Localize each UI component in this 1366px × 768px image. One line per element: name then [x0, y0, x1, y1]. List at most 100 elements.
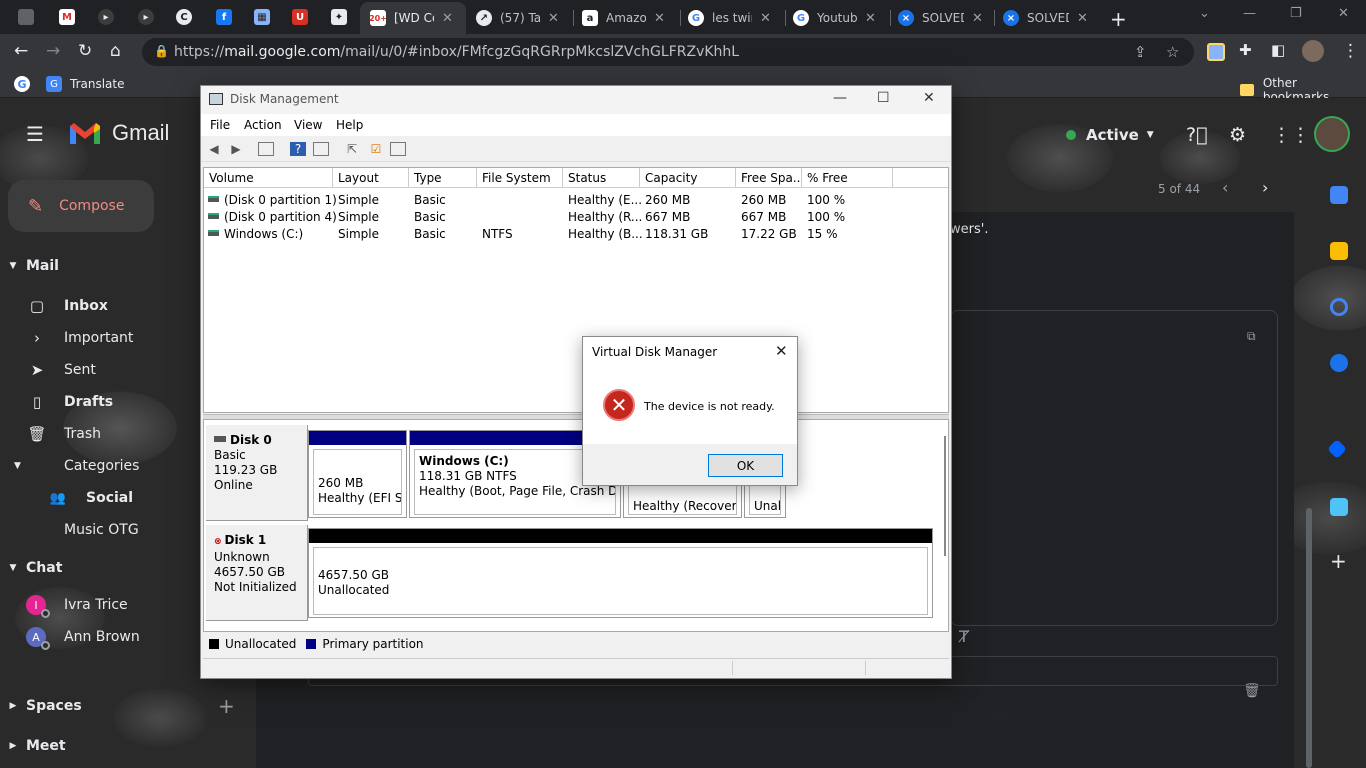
- close-icon[interactable]: ✕: [760, 11, 771, 26]
- minimize-icon[interactable]: —: [1243, 6, 1256, 21]
- help-icon[interactable]: ?: [290, 142, 306, 156]
- volume-cell[interactable]: 667 MB: [741, 210, 786, 224]
- volume-cell[interactable]: 100 %: [807, 193, 845, 207]
- disk-1-label[interactable]: ⊗ Disk 1 Unknown 4657.50 GB Not Initializ…: [206, 525, 308, 621]
- volume-cell[interactable]: 667 MB: [645, 210, 690, 224]
- partition-efi[interactable]: 260 MB Healthy (EFI Syst: [308, 430, 407, 518]
- volume-cell[interactable]: Healthy (E...: [568, 193, 642, 207]
- checklist-icon[interactable]: ☑: [368, 142, 384, 156]
- add-space-icon[interactable]: +: [218, 694, 235, 718]
- status-selector[interactable]: Active ▼: [1066, 126, 1154, 144]
- close-icon[interactable]: ✕: [548, 11, 559, 26]
- keep-icon[interactable]: [1330, 242, 1348, 260]
- older-chevron-icon[interactable]: ›: [1262, 178, 1268, 197]
- compose-button[interactable]: ✎ Compose: [8, 180, 154, 232]
- address-bar[interactable]: 🔒 https://mail.google.com/mail/u/0/#inbo…: [142, 38, 1194, 66]
- volume-cell[interactable]: Healthy (R...: [568, 210, 642, 224]
- tab-search-icon[interactable]: ⌄: [1199, 6, 1210, 21]
- column-volume[interactable]: Volume: [204, 168, 333, 188]
- spaces-section-header[interactable]: ▶ Spaces +: [0, 694, 250, 718]
- list-view-icon[interactable]: [390, 142, 406, 156]
- volume-cell[interactable]: Healthy (B...: [568, 227, 643, 241]
- ok-button[interactable]: OK: [708, 454, 783, 477]
- close-icon[interactable]: ✕: [865, 11, 876, 26]
- more-menu-icon[interactable]: ⋮: [1342, 41, 1359, 61]
- google-bookmark[interactable]: G: [14, 76, 30, 92]
- volume-cell[interactable]: Windows (C:): [208, 227, 303, 241]
- menu-action[interactable]: Action: [244, 118, 282, 132]
- menu-view[interactable]: View: [294, 118, 322, 132]
- column-type[interactable]: Type: [409, 168, 477, 188]
- chat-section-header[interactable]: ▼ Chat: [0, 560, 63, 576]
- pinned-u-icon[interactable]: U: [292, 9, 308, 25]
- new-tab-button[interactable]: +: [1110, 7, 1127, 31]
- pinned-play-icon[interactable]: ▸: [98, 9, 114, 25]
- close-icon[interactable]: ✕: [972, 11, 983, 26]
- newer-chevron-icon[interactable]: ‹: [1222, 178, 1228, 197]
- column-percent-free[interactable]: % Free: [802, 168, 893, 188]
- translate-bookmark[interactable]: G Translate: [46, 76, 125, 92]
- close-window-icon[interactable]: ✕: [1338, 6, 1349, 21]
- column-file-system[interactable]: File System: [477, 168, 563, 188]
- account-avatar[interactable]: [1314, 116, 1350, 152]
- column-status[interactable]: Status: [563, 168, 640, 188]
- connect-icon[interactable]: ⇱: [344, 142, 360, 156]
- help-icon[interactable]: ?⃝: [1186, 124, 1208, 146]
- pinned-c-icon[interactable]: C: [176, 9, 192, 25]
- close-icon[interactable]: ✕: [1077, 11, 1088, 26]
- remove-formatting-icon[interactable]: Ⱦ: [959, 627, 969, 646]
- forward-icon[interactable]: →: [46, 41, 60, 61]
- volume-cell[interactable]: Simple: [338, 227, 379, 241]
- pinned-m-icon[interactable]: M: [59, 9, 75, 25]
- tab-amazon[interactable]: a Amazon ✕: [582, 4, 678, 32]
- tab-tag[interactable]: ↗ (57) Tag ✕: [476, 4, 572, 32]
- settings-gear-icon[interactable]: ⚙: [1229, 124, 1246, 146]
- minimize-icon[interactable]: —: [833, 90, 847, 106]
- column-capacity[interactable]: Capacity: [640, 168, 736, 188]
- tab-wd-community[interactable]: 20+ [WD Co ✕: [360, 2, 466, 34]
- side-panel-icon[interactable]: ◧: [1271, 41, 1285, 59]
- chat-item-ivra-trice[interactable]: I Ivra Trice: [0, 589, 128, 621]
- gmail-logo[interactable]: Gmail: [68, 120, 169, 146]
- pinned-play-icon-2[interactable]: ▸: [138, 9, 154, 25]
- close-icon[interactable]: ✕: [654, 11, 665, 26]
- show-tree-icon[interactable]: [258, 142, 274, 156]
- volume-cell[interactable]: 260 MB: [741, 193, 786, 207]
- tab-les-twins[interactable]: G les twin ✕: [688, 4, 784, 32]
- restore-icon[interactable]: ❐: [1290, 6, 1302, 21]
- volume-cell[interactable]: (Disk 0 partition 1): [208, 193, 337, 207]
- pinned-dark-icon[interactable]: ✦: [331, 9, 347, 25]
- tasks-icon[interactable]: [1330, 298, 1348, 316]
- pinned-facebook-icon[interactable]: f: [216, 9, 232, 25]
- volume-cell[interactable]: Basic: [414, 193, 446, 207]
- menu-file[interactable]: File: [210, 118, 230, 132]
- dialog-titlebar[interactable]: Virtual Disk Manager ✕: [583, 337, 797, 367]
- chat-item-ann-brown[interactable]: A Ann Brown: [0, 621, 140, 653]
- tab-solved-1[interactable]: × SOLVED ✕: [898, 4, 994, 32]
- menu-help[interactable]: Help: [336, 118, 363, 132]
- lock-icon[interactable]: 🔒: [154, 44, 169, 58]
- share-icon[interactable]: ⇪: [1134, 43, 1147, 61]
- profile-avatar[interactable]: [1302, 40, 1324, 62]
- scrollbar-thumb[interactable]: [944, 436, 946, 556]
- volume-cell[interactable]: Basic: [414, 210, 446, 224]
- maximize-icon[interactable]: ☐: [877, 90, 890, 106]
- open-in-new-icon[interactable]: ⧉: [1247, 329, 1256, 344]
- volume-cell[interactable]: NTFS: [482, 227, 513, 241]
- side-scrollbar[interactable]: [1306, 508, 1312, 768]
- close-icon[interactable]: ✕: [923, 90, 935, 106]
- main-menu-icon[interactable]: ☰: [26, 122, 46, 146]
- partition-disk1-unallocated[interactable]: 4657.50 GB Unallocated: [308, 528, 933, 618]
- volume-cell[interactable]: Basic: [414, 227, 446, 241]
- extensions-puzzle-icon[interactable]: ✚: [1239, 41, 1252, 59]
- volume-cell[interactable]: 118.31 GB: [645, 227, 708, 241]
- meet-section-header[interactable]: ▶ Meet: [0, 738, 66, 754]
- tab-solved-2[interactable]: × SOLVED ✕: [1003, 4, 1099, 32]
- pinned-grid-icon[interactable]: ▦: [254, 9, 270, 25]
- volume-cell[interactable]: Simple: [338, 210, 379, 224]
- graph-scrollbar[interactable]: [941, 422, 949, 622]
- volume-cell[interactable]: 260 MB: [645, 193, 690, 207]
- column-layout[interactable]: Layout: [333, 168, 409, 188]
- forward-arrow-icon[interactable]: ▶: [228, 142, 244, 156]
- volume-cell[interactable]: 17.22 GB: [741, 227, 797, 241]
